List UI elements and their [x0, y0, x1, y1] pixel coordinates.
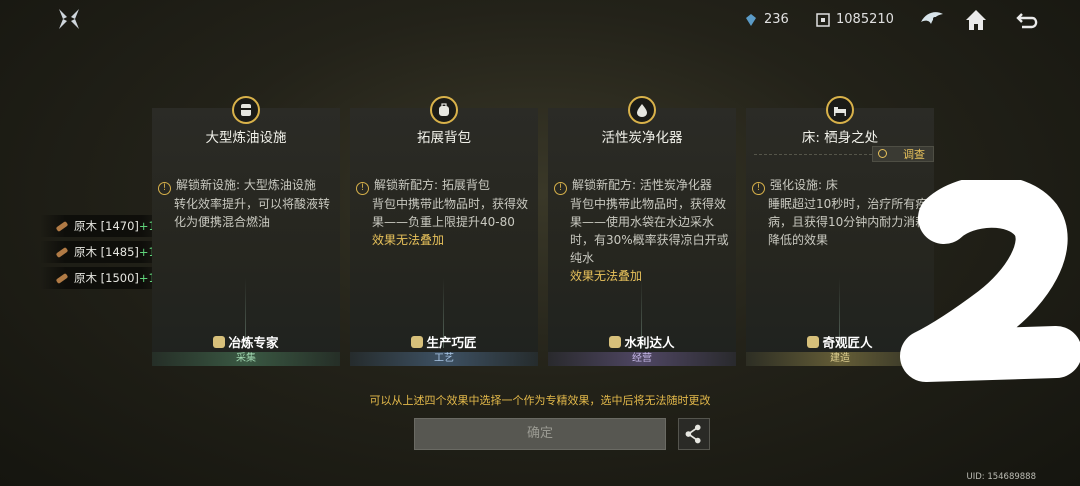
list-item: 原木 [1500] +15 [40, 267, 168, 289]
top-bar: 236 1085210 [0, 0, 1080, 44]
log-icon [55, 246, 69, 258]
divider [754, 154, 872, 155]
share-button[interactable] [678, 418, 710, 450]
user-id: UID: 154689888 [966, 472, 1036, 482]
wing-icon[interactable] [918, 6, 946, 34]
card-title: 活性炭净化器 [601, 130, 683, 146]
resource-gems: 236 [744, 12, 789, 27]
card-note: 效果无法叠加 [570, 269, 643, 283]
specialty-card-refinery[interactable]: 大型炼油设施 ! 解锁新设施: 大型炼油设施 转化效率提升，可以将酸液转化为便携混… [152, 96, 340, 366]
card-role: 冶炼专家 [152, 332, 340, 351]
card-category: 采集 [152, 352, 340, 366]
wonder-builder-icon [807, 336, 820, 348]
info-bullet-icon: ! [752, 182, 765, 195]
card-role: 生产巧匠 [350, 332, 538, 351]
craftsman-icon [411, 336, 424, 348]
smelter-icon [213, 336, 226, 348]
water-bag-icon [628, 96, 656, 124]
info-bullet-icon: ! [356, 182, 369, 195]
info-bullet-icon: ! [554, 182, 567, 195]
resource-currency: 1085210 [816, 12, 894, 27]
material-label: 原木 [1485] [74, 245, 139, 259]
card-desc-body: 背包中携带此物品时，获得效果——使用水袋在水边采水时，有30%概率获得凉白开或纯… [570, 197, 729, 265]
card-role: 水利达人 [548, 332, 736, 351]
investigate-button[interactable]: 调查 [872, 146, 934, 162]
material-label: 原木 [1470] [74, 219, 139, 233]
resource-gems-value: 236 [764, 12, 789, 27]
log-icon [55, 220, 69, 232]
resource-currency-value: 1085210 [836, 12, 894, 27]
specialty-card-purifier[interactable]: 活性炭净化器 ! 解锁新配方: 活性炭净化器 背包中携带此物品时，获得效果——使用… [548, 96, 736, 366]
log-icon [55, 272, 69, 284]
card-desc-line1: 强化设施: 床 [770, 178, 838, 192]
card-desc-line1: 解锁新配方: 活性炭净化器 [572, 178, 712, 192]
card-desc-body: 背包中携带此物品时，获得效果——负重上限提升40-80 [372, 197, 529, 229]
investigate-label: 调查 [903, 148, 925, 161]
water-expert-icon [609, 336, 622, 348]
card-description: ! 解锁新配方: 活性炭净化器 背包中携带此物品时，获得效果——使用水袋在水边采水… [554, 176, 732, 285]
card-role-label: 水利达人 [624, 335, 675, 350]
card-desc-line1: 解锁新设施: 大型炼油设施 [176, 178, 316, 192]
card-desc-line1: 解锁新配方: 拓展背包 [374, 178, 490, 192]
confirm-button[interactable]: 确定 [414, 418, 666, 450]
annotation-scribble [900, 180, 1080, 382]
logo-icon [59, 9, 79, 29]
backpack-icon [430, 96, 458, 124]
card-description: ! 解锁新设施: 大型炼油设施 转化效率提升，可以将酸液转化为便携混合燃油 [158, 176, 336, 231]
card-description: ! 解锁新配方: 拓展背包 背包中携带此物品时，获得效果——负重上限提升40-80… [356, 176, 534, 249]
specialty-card-backpack[interactable]: 拓展背包 ! 解锁新配方: 拓展背包 背包中携带此物品时，获得效果——负重上限提升… [350, 96, 538, 366]
card-category: 工艺 [350, 352, 538, 366]
back-icon[interactable] [1014, 6, 1042, 34]
list-item: 原木 [1485] +15 [40, 241, 168, 263]
oil-barrel-icon [232, 96, 260, 124]
card-role-label: 冶炼专家 [228, 335, 279, 350]
home-icon[interactable] [962, 6, 990, 34]
card-note: 效果无法叠加 [372, 233, 445, 247]
currency-icon [816, 12, 830, 27]
gem-icon [746, 13, 756, 26]
card-role-label: 生产巧匠 [426, 335, 477, 350]
bed-icon [826, 96, 854, 124]
card-desc-body: 转化效率提升，可以将酸液转化为便携混合燃油 [174, 197, 331, 229]
card-category: 经营 [548, 352, 736, 366]
card-role-label: 奇观匠人 [822, 335, 873, 350]
material-list: 原木 [1470] +15 原木 [1485] +15 原木 [1500] +1… [40, 215, 168, 293]
list-item: 原木 [1470] +15 [40, 215, 168, 237]
material-label: 原木 [1500] [74, 271, 139, 285]
magnifier-icon [878, 149, 887, 158]
info-bullet-icon: ! [158, 182, 171, 195]
card-title: 床: 栖身之处 [801, 130, 879, 146]
card-title: 拓展背包 [417, 130, 471, 146]
card-title: 大型炼油设施 [205, 130, 287, 146]
share-icon [685, 424, 701, 444]
selection-hint: 可以从上述四个效果中选择一个作为专精效果，选中后将无法随时更改 [369, 394, 711, 407]
